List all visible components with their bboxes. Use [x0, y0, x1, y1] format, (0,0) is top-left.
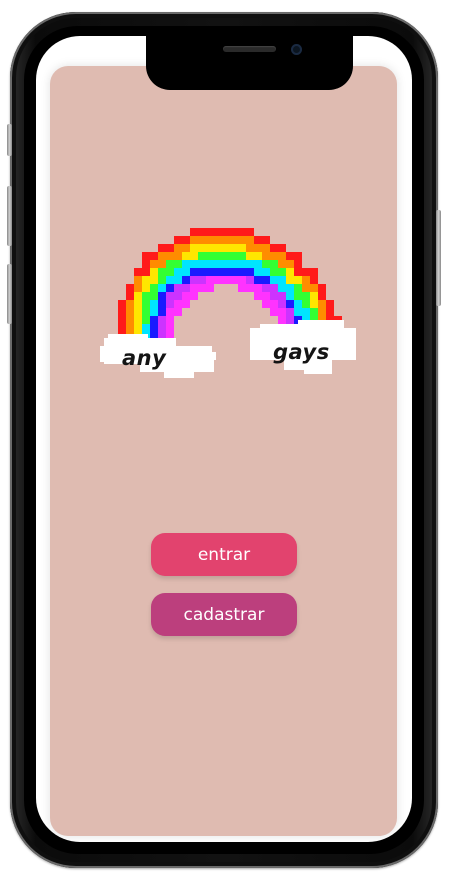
- phone-frame: any gays entrar cadastrar: [7, 12, 441, 868]
- logo-word-any: any: [122, 346, 167, 370]
- mute-switch: [7, 124, 12, 156]
- volume-up-button: [7, 186, 12, 246]
- signup-button[interactable]: cadastrar: [151, 593, 297, 636]
- speaker-grille: [223, 46, 276, 52]
- volume-down-button: [7, 264, 12, 324]
- rainbow-logo: any gays: [98, 216, 360, 396]
- logo-word-gays: gays: [273, 340, 330, 364]
- phone-screen: any gays entrar cadastrar: [36, 36, 412, 842]
- power-button: [436, 210, 441, 306]
- front-camera-icon: [291, 44, 302, 55]
- login-button[interactable]: entrar: [151, 533, 297, 576]
- app-screen: any gays entrar cadastrar: [50, 66, 397, 836]
- phone-notch: [146, 36, 353, 90]
